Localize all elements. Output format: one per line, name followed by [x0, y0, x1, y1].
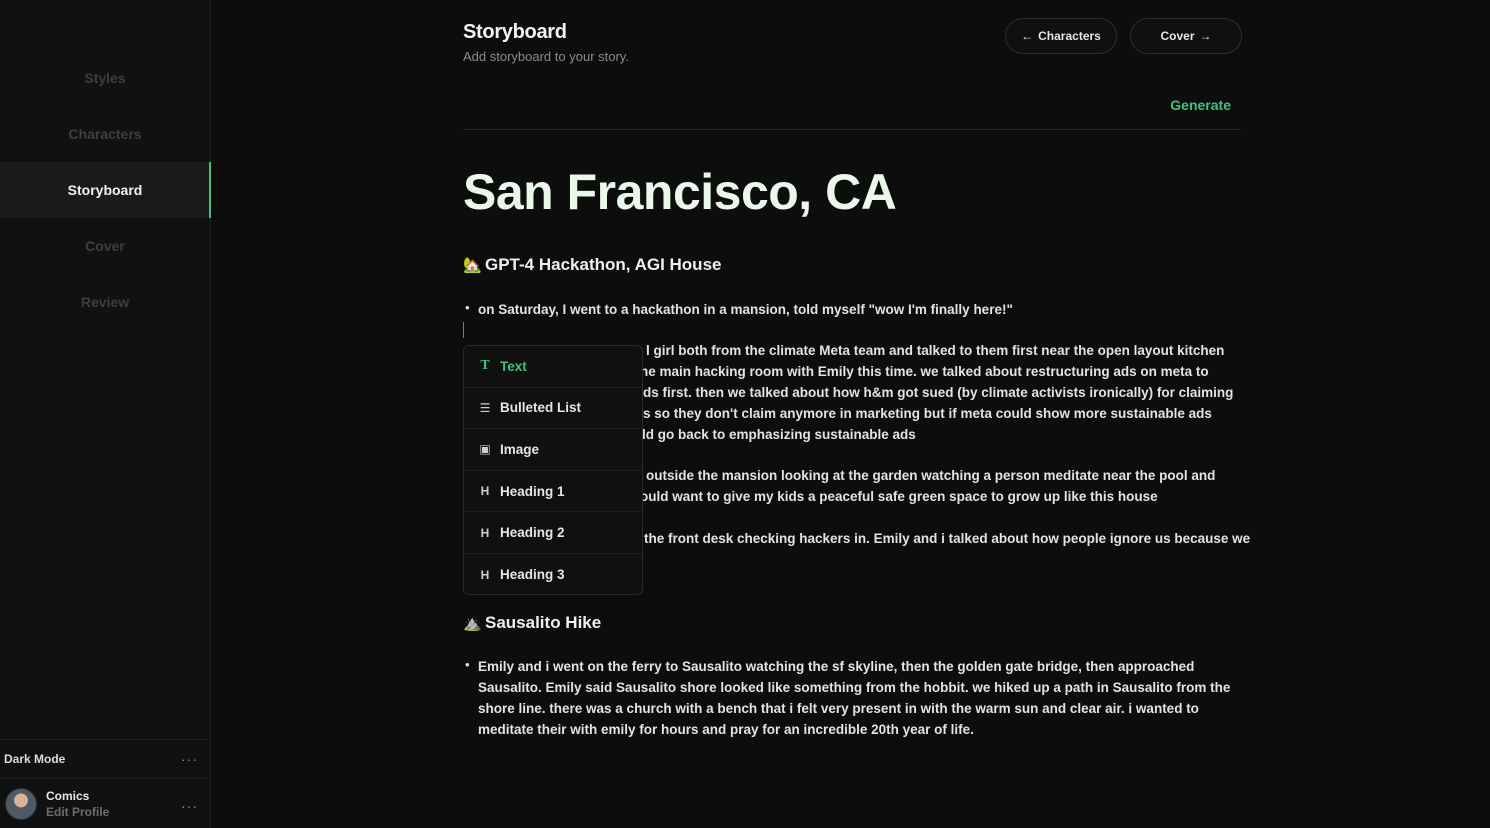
- bullet-icon: •: [465, 657, 470, 672]
- menu-item-label: Heading 1: [500, 483, 565, 499]
- block-type-menu: T Text ☰ Bulleted List ▣ Image H Heading…: [463, 345, 643, 595]
- mountain-icon: ⛰️: [463, 615, 482, 632]
- list-icon: ☰: [479, 400, 491, 415]
- menu-item-label: Bulleted List: [500, 400, 582, 416]
- menu-item-heading-1[interactable]: H Heading 1: [464, 471, 642, 513]
- sidebar-item-review[interactable]: Review: [0, 274, 210, 330]
- next-cover-button[interactable]: Cover →: [1130, 18, 1242, 54]
- paragraph-line[interactable]: Sausalito. Emily said Sausalito shore lo…: [478, 678, 1230, 699]
- sidebar-item-characters[interactable]: Characters: [0, 106, 210, 162]
- profile-text: Comics Edit Profile: [46, 788, 109, 820]
- paragraph-line[interactable]: ne main hacking room with Emily this tim…: [640, 362, 1209, 383]
- profile-row[interactable]: Comics Edit Profile ···: [0, 778, 210, 828]
- more-icon[interactable]: ···: [181, 752, 198, 766]
- menu-item-bulleted-list[interactable]: ☰ Bulleted List: [464, 388, 642, 430]
- document-title[interactable]: San Francisco, CA: [463, 163, 897, 221]
- back-characters-button[interactable]: ← Characters: [1005, 18, 1117, 54]
- dark-mode-row[interactable]: Dark Mode ···: [0, 739, 210, 778]
- paragraph-line[interactable]: Emily and i went on the ferry to Sausali…: [478, 657, 1194, 678]
- divider: [463, 129, 1241, 130]
- house-icon: 🏡: [463, 257, 482, 274]
- image-icon: ▣: [479, 442, 491, 457]
- menu-item-text[interactable]: T Text: [464, 346, 642, 388]
- bullet-text[interactable]: on Saturday, I went to a hackathon in a …: [478, 300, 1013, 321]
- sidebar-footer: Dark Mode ··· Comics Edit Profile ···: [0, 739, 210, 828]
- edit-profile-link[interactable]: Edit Profile: [46, 804, 109, 820]
- text-cursor: [463, 322, 464, 338]
- paragraph-line[interactable]: shore line. there was a church with a be…: [478, 699, 1199, 720]
- profile-name: Comics: [46, 788, 90, 803]
- heading-icon: H: [480, 484, 490, 499]
- paragraph-line[interactable]: ds first. then we talked about how h&m g…: [643, 383, 1233, 404]
- avatar[interactable]: [5, 787, 37, 820]
- sidebar-item-storyboard[interactable]: Storyboard: [0, 162, 211, 218]
- menu-item-image[interactable]: ▣ Image: [464, 429, 642, 471]
- sidebar-item-cover[interactable]: Cover: [0, 218, 210, 274]
- menu-item-label: Image: [500, 441, 540, 457]
- dark-mode-label: Dark Mode: [4, 752, 66, 766]
- paragraph-line[interactable]: ould want to give my kids a peaceful saf…: [640, 487, 1158, 508]
- sidebar-nav: Styles Characters Storyboard Cover Revie…: [0, 50, 211, 330]
- text-icon: T: [480, 358, 490, 374]
- paragraph-line[interactable]: l girl both from the climate Meta team a…: [646, 341, 1224, 362]
- section-heading[interactable]: ⛰️ Sausalito Hike: [463, 613, 601, 633]
- sidebar-item-styles[interactable]: Styles: [0, 50, 210, 106]
- heading-icon: H: [480, 525, 490, 540]
- section-heading-text: GPT-4 Hackathon, AGI House: [485, 255, 722, 274]
- generate-button[interactable]: Generate: [1170, 97, 1231, 113]
- heading-icon: H: [480, 567, 490, 582]
- paragraph-line[interactable]: outside the mansion looking at the garde…: [646, 466, 1215, 487]
- paragraph-line[interactable]: s so they don't claim anymore in marketi…: [643, 404, 1212, 425]
- sidebar: Styles Characters Storyboard Cover Revie…: [0, 0, 211, 828]
- section-heading[interactable]: 🏡 GPT-4 Hackathon, AGI House: [463, 255, 721, 275]
- paragraph-line[interactable]: meditate their with emily for hours and …: [478, 720, 974, 741]
- arrow-left-icon: ←: [1021, 29, 1034, 43]
- menu-item-heading-3[interactable]: H Heading 3: [464, 554, 642, 594]
- profile-more-icon[interactable]: ···: [181, 799, 198, 813]
- bullet-icon: •: [465, 300, 470, 315]
- paragraph-line[interactable]: the front desk checking hackers in. Emil…: [644, 529, 1250, 550]
- paragraph-line[interactable]: ld go back to emphasizing sustainable ad…: [642, 425, 916, 446]
- page-subtitle: Add storyboard to your story.: [463, 49, 629, 64]
- arrow-right-icon: →: [1199, 29, 1212, 43]
- page-title: Storyboard: [463, 21, 567, 43]
- section-heading-text: Sausalito Hike: [485, 613, 602, 632]
- back-button-label: Characters: [1038, 29, 1101, 43]
- menu-item-heading-2[interactable]: H Heading 2: [464, 512, 642, 554]
- menu-item-label: Heading 2: [500, 525, 565, 541]
- menu-item-label: Text: [500, 358, 527, 374]
- next-button-label: Cover: [1160, 29, 1195, 43]
- menu-item-label: Heading 3: [500, 567, 565, 583]
